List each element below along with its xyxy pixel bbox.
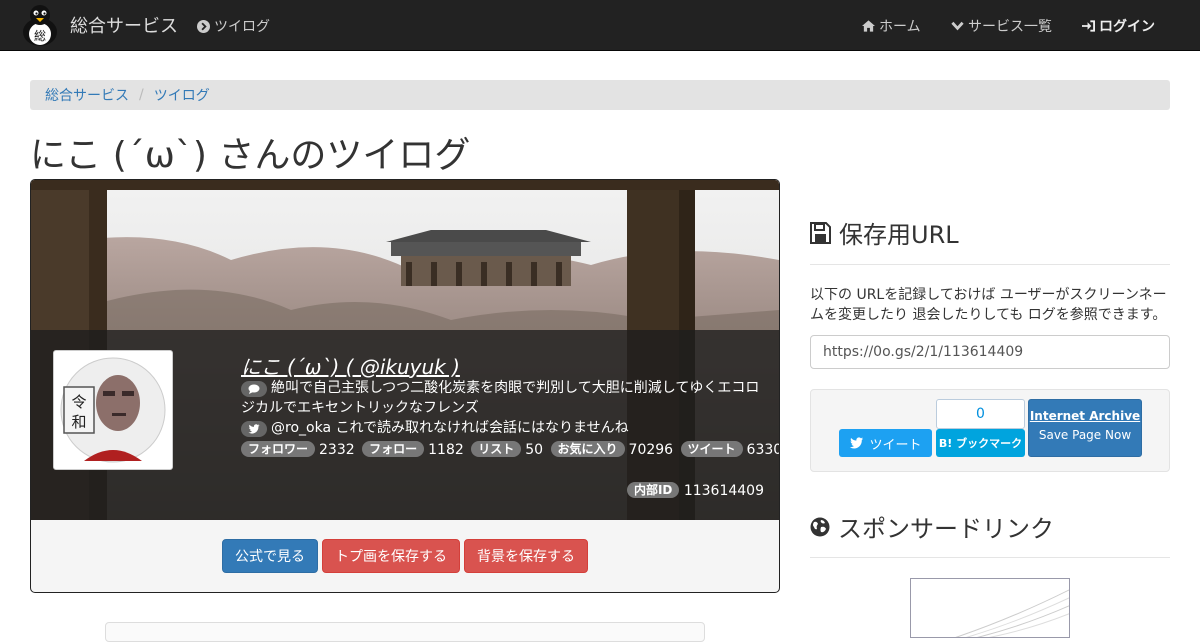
profile-location: @ro_oka これで読み取れなければ会話にはなりませんね: [241, 418, 766, 438]
profile-bio-text: 絶叫で自己主張しつつ二酸化炭素を肉眼で判別して大胆に削減してゆくエコロジカルでエ…: [241, 380, 760, 416]
breadcrumb-separator: /: [139, 87, 144, 103]
stat-lists-value: 50: [525, 442, 544, 458]
profile-bio: 絶叫で自己主張しつつ二酸化炭素を肉眼で判別して大胆に削減してゆくエコロジカルでエ…: [241, 378, 766, 418]
stat-following-label: フォロー: [362, 441, 425, 457]
chevron-down-icon: [951, 21, 964, 31]
breadcrumb-item-twilog[interactable]: ツイログ: [154, 85, 210, 105]
nav-link-login[interactable]: ログイン: [1082, 16, 1155, 36]
floppy-disk-icon: [810, 221, 831, 244]
logo-kanji: 総: [34, 29, 46, 43]
profile-panel: 令 和 にこ (´ω`) ( @ikuyuk ) 絶叫で自己主張しつつ二酸化炭素…: [30, 179, 780, 593]
save-avatar-button[interactable]: トプ画を保存する: [322, 539, 460, 573]
save-url-heading: 保存用URL: [810, 215, 959, 250]
globe-icon: [810, 517, 830, 536]
hatena-bookmark-button[interactable]: B! ブックマーク: [936, 429, 1025, 457]
breadcrumb-item-home[interactable]: 総合サービス: [45, 85, 129, 105]
brand-text: 総合サービス: [70, 16, 178, 37]
stat-followers-value: 2332: [319, 442, 355, 458]
profile-stats: フォロワー 2332 フォロー 1182 リスト 50 お気に入り 70296 ツイート…: [241, 440, 779, 460]
comment-icon: [241, 381, 267, 397]
nav-link-services[interactable]: サービス一覧: [951, 16, 1052, 36]
view-official-button[interactable]: 公式で見る: [222, 539, 318, 573]
profile-location-text: @ro_oka これで読み取れなければ会話にはなりませんね: [271, 420, 629, 436]
stat-favorites-label: お気に入り: [550, 441, 625, 457]
stat-tweets-value: 63304: [746, 442, 779, 458]
chevron-circle-right-icon: [197, 19, 210, 33]
avatar-sign-char: 令: [71, 393, 86, 411]
sponsor-heading-text: スポンサードリンク: [838, 515, 1054, 543]
internal-id: 内部ID 113614409: [626, 482, 764, 499]
navbar: 総 総合サービス ツイログ ホーム サービス一覧 ログイン: [0, 0, 1200, 51]
nav-link-label: サービス一覧: [968, 19, 1052, 35]
hatena-bookmark-count: 0: [936, 399, 1025, 429]
stat-favorites-value: 70296: [628, 442, 674, 458]
share-well: ツイート 0 B! ブックマーク Internet Archive Save P…: [810, 389, 1170, 472]
penguin-logo-icon: 総: [23, 5, 57, 46]
save-background-button[interactable]: 背景を保存する: [464, 539, 588, 573]
avatar-sign-char: 和: [71, 413, 86, 431]
nav-link-label: ツイログ: [214, 19, 270, 35]
tweet-button-label: ツイート: [869, 437, 922, 453]
save-url-input[interactable]: [810, 335, 1170, 369]
stat-followers-label: フォロワー: [241, 441, 316, 457]
nav-link-label: ホーム: [879, 19, 921, 35]
nav-link-label: ログイン: [1099, 19, 1155, 35]
save-url-heading-text: 保存用URL: [839, 221, 959, 249]
breadcrumb: 総合サービス / ツイログ: [30, 80, 1170, 110]
internet-archive-subtitle: Save Page Now: [1038, 428, 1132, 442]
stat-following-value: 1182: [428, 442, 464, 458]
profile-info-overlay: 令 和 にこ (´ω`) ( @ikuyuk ) 絶叫で自己主張しつつ二酸化炭素…: [31, 330, 779, 520]
nav-link-twilog[interactable]: ツイログ: [197, 16, 270, 36]
tweet-button[interactable]: ツイート: [839, 429, 932, 457]
page-title: にこ (´ω`) さんのツイログ: [30, 135, 471, 176]
avatar[interactable]: 令 和: [53, 350, 173, 470]
twitter-bird-icon: [241, 421, 267, 437]
internal-id-value: 113614409: [683, 483, 764, 499]
divider: [810, 264, 1170, 265]
internet-archive-title: Internet Archive: [1029, 409, 1141, 423]
profile-actions: 公式で見る トプ画を保存する 背景を保存する: [31, 539, 779, 573]
divider: [810, 557, 1170, 558]
internal-id-label: 内部ID: [626, 482, 680, 498]
sponsor-heading: スポンサードリンク: [810, 509, 1054, 544]
profile-display-name-link[interactable]: にこ (´ω`) ( @ikuyuk ): [241, 351, 460, 380]
brand-link[interactable]: 総 総合サービス: [20, 2, 178, 48]
content-card-edge: [105, 622, 705, 642]
stat-tweets-label: ツイート: [680, 441, 743, 457]
internet-archive-button[interactable]: Internet Archive Save Page Now: [1028, 399, 1142, 457]
home-icon: [862, 20, 875, 32]
twitter-bird-icon: [850, 437, 864, 449]
profile-banner-image: 令 和 にこ (´ω`) ( @ikuyuk ) 絶叫で自己主張しつつ二酸化炭素…: [31, 180, 779, 520]
sign-in-icon: [1082, 20, 1095, 32]
sponsor-ad-banner[interactable]: [910, 578, 1070, 638]
save-url-description: 以下の URLを記録しておけば ユーザーがスクリーンネームを変更したり 退会した…: [810, 287, 1167, 323]
nav-link-home[interactable]: ホーム: [862, 16, 921, 36]
stat-lists-label: リスト: [471, 441, 522, 457]
